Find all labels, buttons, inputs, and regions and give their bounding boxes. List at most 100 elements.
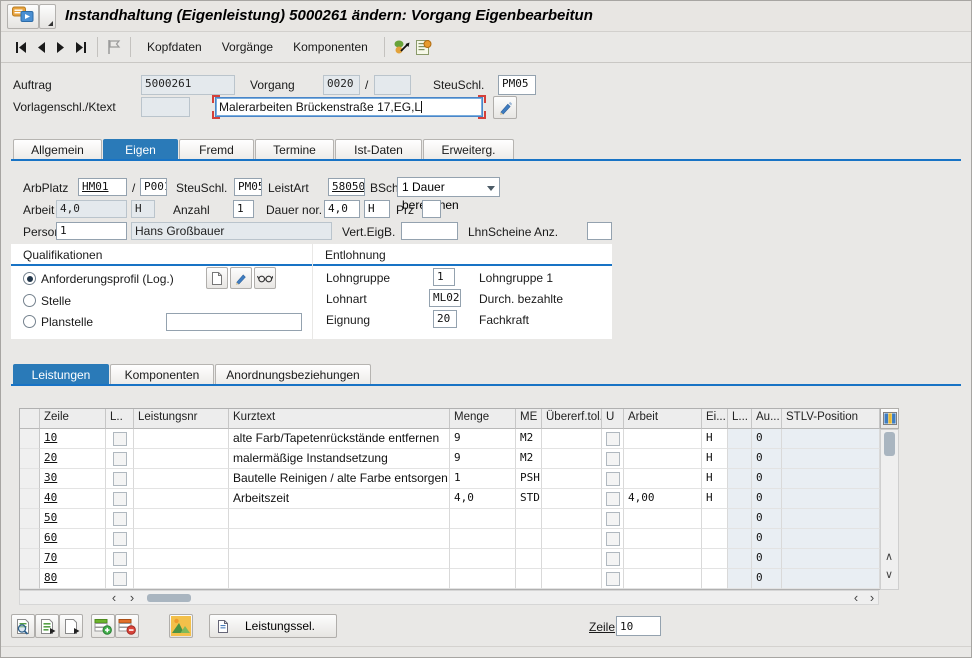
column-header-au[interactable]: Au... [752,409,782,429]
assignment-button[interactable] [391,36,413,58]
cell-kurztext[interactable]: Bautelle Reinigen / alte Farbe entsorgen [229,469,450,489]
anforderungsprofil-radio[interactable] [23,272,36,285]
notes-button[interactable] [413,36,434,58]
row-checkbox[interactable] [113,472,127,486]
nav-last-button[interactable] [71,36,91,58]
cell-ei[interactable] [702,549,728,569]
cell-me[interactable] [516,509,542,529]
graphic-button[interactable] [169,614,193,638]
cell-kurztext[interactable]: malermäßige Instandsetzung [229,449,450,469]
cell-leistungsnr[interactable] [134,569,229,589]
komponenten-button[interactable]: Komponenten [283,34,378,60]
tab-termine[interactable]: Termine [255,139,334,160]
vorgang-field[interactable]: 0020 [323,75,360,95]
lohngruppe-field[interactable]: 1 [433,268,455,286]
cell-kurztext[interactable] [229,549,450,569]
leistungssel-button[interactable]: Leistungssel. [209,614,337,638]
planstelle-field[interactable] [166,313,302,331]
scroll-down-button[interactable]: ∨ [881,568,897,582]
row-checkbox[interactable] [606,492,620,506]
cell-zeile[interactable]: 20 [40,449,106,469]
cell-arbeit[interactable] [624,529,702,549]
row-checkbox[interactable] [113,552,127,566]
row-checkbox[interactable] [113,452,127,466]
cell-menge[interactable] [450,509,516,529]
cell-ei[interactable]: H [702,449,728,469]
cell-arbeit[interactable] [624,449,702,469]
choose-detail-button[interactable] [35,614,59,638]
column-header-leistungsnr[interactable]: Leistungsnr [134,409,229,429]
cell-ei[interactable] [702,529,728,549]
nav-next-button[interactable] [51,36,71,58]
prz-field[interactable] [422,200,441,218]
cell-menge[interactable] [450,569,516,589]
arbplatz-field[interactable]: HM01 [78,178,127,196]
zeile-input[interactable] [616,616,661,636]
row-checkbox[interactable] [113,432,127,446]
dauer-field[interactable]: 4,0 [324,200,360,218]
anzahl-field[interactable]: 1 [233,200,254,218]
row-select-cell[interactable] [20,449,40,469]
eigen-steuschl-field[interactable]: PM05 [234,178,262,196]
cell-arbeit[interactable] [624,569,702,589]
leistart-field[interactable]: 580500 [328,178,365,196]
cell-me[interactable] [516,549,542,569]
detail-view-button[interactable] [11,614,35,638]
row-select-cell[interactable] [20,489,40,509]
cell-zeile[interactable]: 50 [40,509,106,529]
column-header-uebererf[interactable]: Übererf.tol. [542,409,602,429]
scroll-right-button[interactable]: › [124,591,140,605]
lohnart-field[interactable]: ML02 [429,289,461,307]
row-checkbox[interactable] [606,472,620,486]
cell-ei[interactable] [702,569,728,589]
lhnscheine-field[interactable] [587,222,612,240]
vertical-scroll-thumb[interactable] [884,432,895,456]
insert-row-button[interactable] [91,614,115,638]
cell-kurztext[interactable]: alte Farb/Tapetenrückstände entfernen [229,429,450,449]
column-header-l_chk[interactable]: L.. [106,409,134,429]
vorgaenge-button[interactable]: Vorgänge [212,34,283,60]
flag-button[interactable] [104,36,124,58]
cell-zeile[interactable]: 10 [40,429,106,449]
row-select-cell[interactable] [20,509,40,529]
cell-me[interactable]: STD [516,489,542,509]
nav-first-button[interactable] [11,36,31,58]
dauer-unit-field[interactable]: H [364,200,390,218]
nav-prev-button[interactable] [31,36,51,58]
arbeit-field[interactable]: 4,0 [56,200,127,218]
table-settings-button[interactable] [880,408,899,429]
row-checkbox[interactable] [113,492,127,506]
kopfdaten-button[interactable]: Kopfdaten [137,34,212,60]
column-header-arbeit[interactable]: Arbeit [624,409,702,429]
cell-menge[interactable] [450,529,516,549]
eignung-field[interactable]: 20 [433,310,457,328]
row-checkbox[interactable] [606,512,620,526]
cell-menge[interactable]: 9 [450,449,516,469]
tab-eigen[interactable]: Eigen [103,139,178,160]
tab-ist-daten[interactable]: Ist-Daten [335,139,422,160]
cell-me[interactable]: M2 [516,449,542,469]
cell-ei[interactable]: H [702,469,728,489]
ktext-field[interactable]: Malerarbeiten Brückenstraße 17,EG,L [215,97,483,117]
tab-fremd[interactable]: Fremd [179,139,254,160]
cell-leistungsnr[interactable] [134,529,229,549]
column-header-kurztext[interactable]: Kurztext [229,409,450,429]
row-select-cell[interactable] [20,429,40,449]
cell-ei[interactable] [702,509,728,529]
column-header-l2[interactable]: L... [728,409,752,429]
cell-leistungsnr[interactable] [134,489,229,509]
cell-uebererf[interactable] [542,489,602,509]
cell-arbeit[interactable] [624,429,702,449]
arbplatz2-field[interactable]: P001 [140,178,167,196]
cell-menge[interactable]: 4,0 [450,489,516,509]
horizontal-scroll-thumb[interactable] [147,594,191,602]
cell-uebererf[interactable] [542,569,602,589]
column-header-menge[interactable]: Menge [450,409,516,429]
scroll-up-button[interactable]: ∧ [881,550,897,564]
scroll-right-button-2[interactable]: › [864,591,880,605]
cell-ei[interactable]: H [702,489,728,509]
cell-menge[interactable]: 9 [450,429,516,449]
cell-arbeit[interactable] [624,509,702,529]
steuschl-field[interactable]: PM05 [498,75,536,95]
personalnr-field[interactable]: 1 [56,222,127,240]
